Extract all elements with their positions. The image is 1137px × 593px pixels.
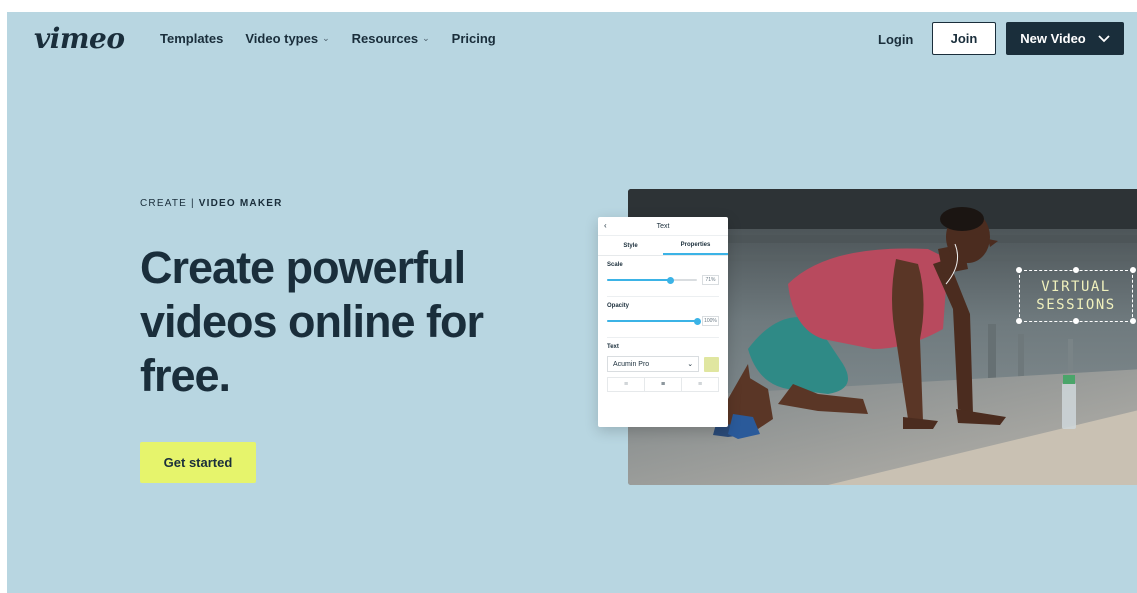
nav-pricing[interactable]: Pricing xyxy=(452,31,496,46)
nav-resources[interactable]: Resources ⌄ xyxy=(352,31,430,46)
resize-handle-top-left[interactable] xyxy=(1016,267,1022,273)
opacity-slider-knob[interactable] xyxy=(693,317,701,325)
chevron-down-icon xyxy=(1098,34,1110,42)
scale-slider-fill xyxy=(607,279,671,281)
chevron-down-icon: ⌄ xyxy=(422,33,430,43)
virtual-sessions-text-overlay[interactable]: VIRTUAL SESSIONS xyxy=(1019,270,1133,322)
text-section: Text Acumin Pro ⌄ ≡ ≡ ≡ xyxy=(598,338,728,392)
scale-slider[interactable] xyxy=(607,276,697,284)
new-video-label: New Video xyxy=(1020,31,1086,46)
nav-templates-label: Templates xyxy=(160,31,224,46)
scale-label: Scale xyxy=(607,262,623,268)
nav-video-types-label: Video types xyxy=(245,31,319,46)
text-label: Text xyxy=(607,344,619,350)
main-nav: Templates Video types ⌄ Resources ⌄ Pric… xyxy=(160,31,496,46)
new-video-button[interactable]: New Video xyxy=(1006,22,1124,55)
eyebrow-bold: VIDEO MAKER xyxy=(198,198,283,209)
opacity-value[interactable]: 100% xyxy=(702,316,719,326)
tab-style[interactable]: Style xyxy=(598,236,663,255)
resize-handle-bottom-right[interactable] xyxy=(1130,318,1136,324)
join-button[interactable]: Join xyxy=(932,22,996,55)
font-select-value: Acumin Pro xyxy=(613,360,650,368)
page-title: Create powerful videos online for free. xyxy=(140,242,484,401)
resize-handle-bottom-left[interactable] xyxy=(1016,318,1022,324)
align-right-icon[interactable]: ≡ xyxy=(682,378,718,391)
resize-handle-bottom-middle[interactable] xyxy=(1073,318,1079,324)
eyebrow-prefix: CREATE | xyxy=(140,198,199,209)
nav-video-types[interactable]: Video types ⌄ xyxy=(245,31,329,46)
color-swatch[interactable] xyxy=(704,356,719,372)
panel-header: ‹ Text xyxy=(598,217,728,236)
eyebrow: CREATE | VIDEO MAKER xyxy=(140,198,283,209)
alignment-group: ≡ ≡ ≡ xyxy=(607,377,719,392)
get-started-button[interactable]: Get started xyxy=(140,442,256,483)
panel-title: Text xyxy=(656,222,670,230)
align-left-icon[interactable]: ≡ xyxy=(608,378,645,391)
font-select[interactable]: Acumin Pro ⌄ xyxy=(607,356,700,372)
tab-properties[interactable]: Properties xyxy=(663,236,728,255)
nav-resources-label: Resources xyxy=(351,31,419,46)
opacity-section: Opacity 100% xyxy=(598,297,728,338)
back-arrow-icon[interactable]: ‹ xyxy=(604,221,607,230)
hero-page: vimeo Templates Video types ⌄ Resources … xyxy=(7,12,1137,593)
nav-pricing-label: Pricing xyxy=(451,31,496,46)
vimeo-logo[interactable]: vimeo xyxy=(34,22,125,55)
opacity-slider-fill xyxy=(607,320,697,322)
align-center-icon[interactable]: ≡ xyxy=(645,378,682,391)
chevron-down-icon: ⌄ xyxy=(322,33,330,43)
resize-handle-top-right[interactable] xyxy=(1130,267,1136,273)
scale-slider-knob[interactable] xyxy=(667,276,675,284)
scale-value[interactable]: 71% xyxy=(702,275,719,285)
panel-tabs: Style Properties xyxy=(598,236,728,256)
opacity-label: Opacity xyxy=(607,303,630,309)
overlay-line-2: SESSIONS xyxy=(1036,297,1116,313)
login-link[interactable]: Login xyxy=(878,32,913,47)
nav-templates[interactable]: Templates xyxy=(160,31,223,46)
chevron-down-icon: ⌄ xyxy=(687,361,694,368)
resize-handle-top-middle[interactable] xyxy=(1073,267,1079,273)
overlay-line-1: VIRTUAL xyxy=(1041,279,1111,295)
scale-section: Scale 71% xyxy=(598,256,728,297)
opacity-slider[interactable] xyxy=(607,317,701,325)
text-properties-panel: ‹ Text Style Properties Scale 71% Opacit… xyxy=(598,217,728,427)
